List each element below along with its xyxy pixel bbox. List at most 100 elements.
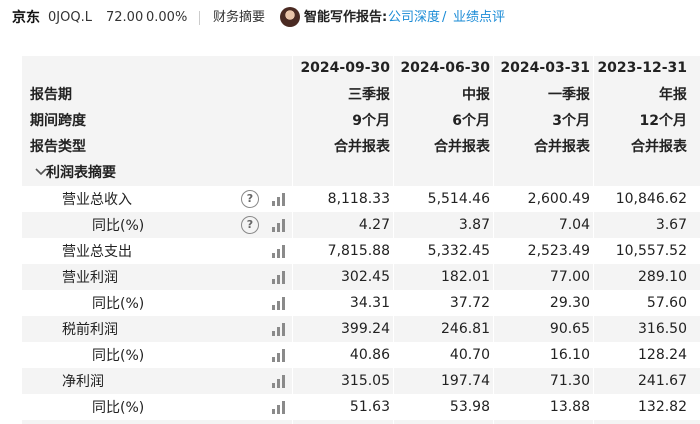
price-change: 0.00%: [146, 10, 188, 25]
cell-value: 16.10: [549, 347, 590, 363]
cell-value: 53.98: [449, 399, 490, 415]
cell-value: 37.72: [449, 295, 490, 311]
bar-chart-icon[interactable]: [272, 218, 286, 232]
top-bar: 京东 0JOQ.L 72.00 0.00% 财务摘要 智能写作报告: 公司深度 …: [0, 0, 700, 36]
bar-chart-icon[interactable]: [272, 270, 286, 284]
row-label: 同比(%): [92, 348, 145, 364]
table-row: 同比(%) ? 4.27 3.87 7.04 3.67: [22, 212, 700, 238]
col-type: 合并报表: [534, 139, 590, 155]
cell-value: 302.45: [341, 269, 390, 285]
col-period: 三季报: [348, 87, 390, 103]
cell-value: 51.63: [349, 399, 390, 415]
cell-value: 7,815.88: [327, 243, 390, 259]
table-row: 税前利润 399.24 246.81 90.65 316.50: [22, 316, 700, 342]
col-period: 一季报: [548, 87, 590, 103]
help-icon[interactable]: ?: [241, 190, 259, 208]
table-row: 营业利润 302.45 182.01 77.00 289.10: [22, 264, 700, 290]
cell-value: 316.50: [638, 321, 687, 337]
company-name: 京东: [12, 10, 40, 26]
cell-value: 197.74: [441, 373, 490, 389]
table-row: 营业总收入 ? 8,118.33 5,514.46 2,600.49 10,84…: [22, 186, 700, 212]
link-separator: /: [442, 10, 447, 25]
table-row: 营业总支出 7,815.88 5,332.45 2,523.49 10,557.…: [22, 238, 700, 264]
col-date: 2023-12-31: [597, 60, 687, 76]
report-type-label: 报告类型: [30, 139, 86, 155]
table-row: 同比(%) 51.63 53.98 13.88 132.82: [22, 394, 700, 420]
col-date: 2024-03-31: [500, 60, 590, 76]
bar-chart-icon[interactable]: [272, 244, 286, 258]
divider: [199, 11, 200, 25]
cell-value: 2,523.49: [527, 243, 590, 259]
row-label: 营业总收入: [62, 192, 132, 208]
cell-value: 7.04: [558, 217, 590, 233]
ticker-code: 0JOQ.L: [48, 10, 92, 25]
col-type: 合并报表: [631, 139, 687, 155]
cell-value: 3.67: [655, 217, 687, 233]
report-type-row: 报告类型 合并报表 合并报表 合并报表 合并报表: [22, 134, 700, 158]
bar-chart-icon[interactable]: [272, 192, 286, 206]
column-divider: [292, 56, 293, 424]
column-divider: [393, 56, 394, 424]
report-period-label: 报告期: [30, 87, 72, 103]
cell-value: 40.86: [349, 347, 390, 363]
col-span: 3个月: [552, 113, 590, 129]
cell-value: 71.30: [549, 373, 590, 389]
row-label: 营业利润: [62, 270, 118, 286]
company-depth-link[interactable]: 公司深度: [388, 10, 440, 26]
row-label: 营业总支出: [62, 244, 132, 260]
col-type: 合并报表: [334, 139, 390, 155]
row-label: 同比(%): [92, 296, 145, 312]
date-header-row: 2024-09-30 2024-06-30 2024-03-31 2023-12…: [22, 56, 700, 80]
table-row: 同比(%) 40.86 40.70 16.10 128.24: [22, 342, 700, 368]
cell-value: 90.65: [549, 321, 590, 337]
bar-chart-icon[interactable]: [272, 296, 286, 310]
report-period-row: 报告期 三季报 中报 一季报 年报: [22, 82, 700, 106]
bar-chart-icon[interactable]: [272, 322, 286, 336]
help-icon[interactable]: ?: [241, 216, 259, 234]
cell-value: 5,332.45: [427, 243, 490, 259]
cell-value: 10,557.52: [615, 243, 687, 259]
col-span: 12个月: [639, 113, 687, 129]
col-date: 2024-06-30: [400, 60, 490, 76]
bar-chart-icon[interactable]: [272, 374, 286, 388]
cell-value: 34.31: [349, 295, 390, 311]
period-span-label: 期间跨度: [30, 113, 86, 129]
cell-value: 132.82: [638, 399, 687, 415]
col-type: 合并报表: [434, 139, 490, 155]
period-span-row: 期间跨度 9个月 6个月 3个月 12个月: [22, 108, 700, 132]
cell-value: 241.67: [638, 373, 687, 389]
section-income-statement[interactable]: 利润表摘要: [22, 160, 700, 184]
col-period: 中报: [462, 87, 490, 103]
smart-report-label: 智能写作报告:: [304, 10, 388, 25]
cell-value: 57.60: [646, 295, 687, 311]
column-divider: [493, 56, 494, 424]
col-date: 2024-09-30: [300, 60, 390, 76]
column-divider: [593, 56, 594, 424]
cell-value: 8,118.33: [327, 191, 390, 207]
col-span: 6个月: [452, 113, 490, 129]
cell-value: 2,600.49: [527, 191, 590, 207]
row-label: 同比(%): [92, 218, 145, 234]
cell-value: 5,514.46: [427, 191, 490, 207]
bar-chart-icon[interactable]: [272, 400, 286, 414]
financial-summary-table: 2024-09-30 2024-06-30 2024-03-31 2023-12…: [22, 56, 700, 424]
cell-value: 40.70: [449, 347, 490, 363]
stock-price: 72.00: [106, 10, 144, 25]
row-label: 净利润: [62, 374, 104, 390]
cell-value: 10,846.62: [615, 191, 687, 207]
cell-value: 246.81: [441, 321, 490, 337]
tab-financial-summary[interactable]: 财务摘要: [213, 10, 265, 26]
cell-value: 399.24: [341, 321, 390, 337]
bar-chart-icon[interactable]: [272, 348, 286, 362]
section-title: 利润表摘要: [46, 165, 116, 181]
cell-value: 128.24: [638, 347, 687, 363]
cell-value: 4.27: [358, 217, 390, 233]
col-period: 年报: [659, 87, 687, 103]
earnings-review-link[interactable]: 业绩点评: [453, 10, 505, 26]
row-label: 税前利润: [62, 322, 118, 338]
avatar: [280, 7, 300, 27]
cell-value: 182.01: [441, 269, 490, 285]
col-span: 9个月: [352, 113, 390, 129]
cell-value: 289.10: [638, 269, 687, 285]
cell-value: 13.88: [549, 399, 590, 415]
